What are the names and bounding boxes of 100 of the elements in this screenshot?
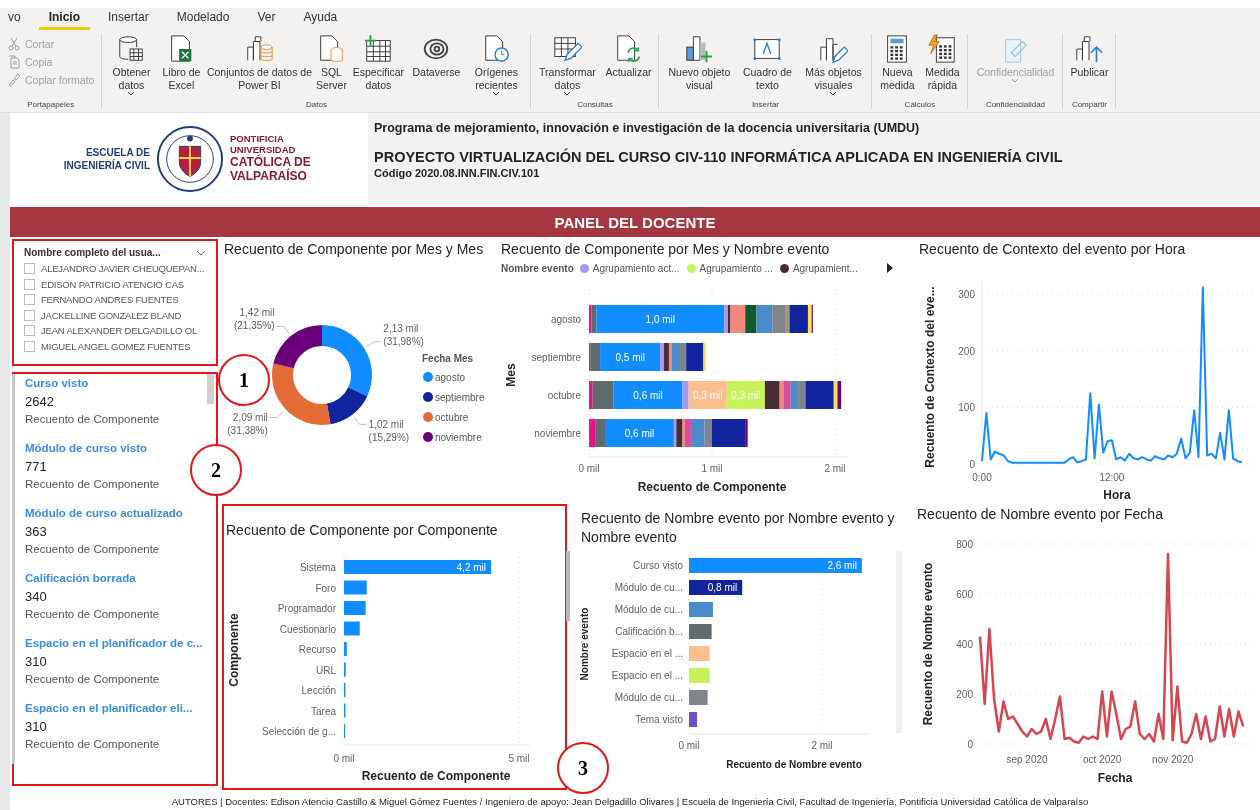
- axis-category-label: Cuestionario: [279, 623, 336, 635]
- axis-category-label: Módulo de cu...: [614, 692, 683, 703]
- card-title: Espacio en el planificador eli...: [25, 701, 194, 716]
- checkbox[interactable]: [24, 278, 35, 290]
- logo-text: CATÓLICA DE VALPARAÍSO: [230, 156, 312, 184]
- upload-icon: [1074, 34, 1105, 64]
- axis-category-label: Módulo de cu...: [614, 604, 683, 615]
- axis-tick-label: 300: [958, 289, 975, 300]
- axis-category-label: noviembre: [534, 428, 581, 439]
- axis-tick-label: nov 2020: [1152, 754, 1194, 765]
- ribbon-group-label: Insertar: [751, 100, 779, 109]
- axis-tick-label: 2 mil: [811, 740, 833, 751]
- ribbon-group-label: Compartir: [1071, 100, 1107, 109]
- slicer-item[interactable]: FERNANDO ANDRES FUENTES: [24, 292, 206, 308]
- slicer-item[interactable]: MIGUEL ANGEL GOMEZ FUENTES: [24, 338, 206, 354]
- axis-category-label: octubre: [547, 390, 581, 401]
- right-arrow-icon[interactable]: [886, 263, 893, 273]
- ribbon-button[interactable]: Cuadro de texto: [737, 34, 798, 95]
- checkbox[interactable]: [24, 309, 35, 321]
- slicer-item[interactable]: JEAN ALEXANDER DELGADILLO OL: [24, 323, 206, 339]
- data-label: 0,6 mil: [633, 390, 663, 401]
- ribbon-button[interactable]: Medida rápida: [920, 34, 965, 95]
- axis-title: Recuento de Nombre evento: [921, 562, 935, 726]
- axis-category-label: Sistema: [299, 562, 336, 573]
- panel-banner: PANEL DEL DOCENTE: [10, 207, 1260, 237]
- checkbox[interactable]: [24, 294, 35, 306]
- ribbon-group-label: Consultas: [577, 100, 613, 109]
- ribbon-button[interactable]: Obtener datos: [105, 34, 158, 99]
- leader-line: [276, 325, 290, 334]
- legend-title: Nombre evento: [501, 262, 574, 274]
- checkbox[interactable]: [24, 340, 35, 352]
- axis-category-label: Selección de g...: [262, 726, 336, 737]
- axis-category-label: septiembre: [531, 352, 581, 363]
- data-label: 2,13 mil (31,98%): [383, 321, 425, 348]
- ribbon-button[interactable]: Orígenes recientes: [465, 34, 528, 99]
- chart-title: Recuento de Contexto del evento por Hora: [918, 240, 1187, 259]
- card-value: 310: [25, 718, 48, 736]
- ribbon-button[interactable]: Nuevo objeto visual: [662, 34, 737, 95]
- axis-title: Recuento de Componente: [361, 769, 511, 783]
- bar: [689, 602, 713, 617]
- ribbon-button[interactable]: SQL Server: [314, 34, 349, 95]
- card-value: 363: [25, 523, 48, 541]
- scissors-icon: [7, 37, 21, 51]
- legend-label: Agrupamiento act...: [592, 262, 680, 274]
- card-title: Módulo de curso visto: [25, 441, 149, 456]
- ribbon-tab[interactable]: vo: [0, 8, 31, 30]
- leader-line: [366, 341, 382, 348]
- ribbon-button[interactable]: Dataverse: [408, 34, 465, 82]
- axis-tick-label: 100: [958, 402, 975, 414]
- ribbon-tab[interactable]: Insertar: [98, 8, 159, 30]
- axis-category-label: Foro: [315, 582, 336, 594]
- data-label: 0,3 mil: [731, 390, 761, 401]
- card-value: 310: [25, 653, 48, 671]
- axis-category-label: URL: [316, 664, 336, 676]
- logo-text: ESCUELA DE INGENIERÍA CIVIL: [62, 146, 150, 172]
- ribbon-button[interactable]: Nueva medida: [875, 34, 920, 95]
- ribbon-button[interactable]: Actualizar: [601, 34, 656, 82]
- bar: [689, 624, 712, 639]
- axis-tick-label: 2 mil: [824, 463, 846, 474]
- axis-tick-label: 200: [958, 345, 975, 357]
- bar-segment: [790, 381, 799, 409]
- slicer-item[interactable]: EDISON PATRICIO ATENCIO CAS: [24, 276, 206, 292]
- card-label: Recuento de Componente: [25, 542, 161, 557]
- slicer-title: Nombre completo del usua...: [24, 247, 161, 258]
- legend-label: agosto: [435, 372, 466, 383]
- bar: [689, 712, 697, 727]
- scrollbar[interactable]: [207, 374, 214, 404]
- ribbon-button[interactable]: Más objetos visuales: [798, 34, 869, 99]
- axis-tick-label: 12:00: [1099, 472, 1125, 483]
- axis-tick-label: 0 mil: [578, 463, 600, 474]
- legend-label: Agrupamiento ...: [699, 262, 773, 274]
- axis-title: Mes: [504, 363, 518, 387]
- ribbon-button[interactable]: Publicar: [1066, 34, 1113, 82]
- card-title: Módulo de curso actualizado: [25, 506, 184, 521]
- annotation-circle: 3: [557, 742, 609, 794]
- ribbon-button[interactable]: Transformar datos: [534, 34, 601, 99]
- checkbox[interactable]: [24, 325, 35, 337]
- checkbox[interactable]: [24, 263, 35, 275]
- bar-segment: [756, 305, 773, 333]
- logo-text: PONTIFICIA UNIVERSIDAD: [230, 134, 297, 156]
- ribbon-tab[interactable]: Ver: [247, 8, 286, 30]
- card-title: Curso visto: [25, 376, 90, 391]
- slicer-item[interactable]: ALEJANDRO JAVIER CHEUQUEPAN...: [24, 261, 206, 277]
- slicer-item[interactable]: JACKELLINE GONZALEZ BLAND: [24, 307, 206, 323]
- ribbon-button[interactable]: Conjuntos de datos de Power BI: [205, 34, 314, 95]
- ribbon-button[interactable]: Especificar datos: [349, 34, 408, 95]
- axis-category-label: Tarea: [311, 705, 336, 717]
- chevron-down-icon[interactable]: [196, 249, 206, 256]
- axis-tick-label: sep 2020: [1006, 754, 1048, 765]
- card-label: Recuento de Componente: [25, 412, 161, 427]
- ribbon-button[interactable]: Libro de Excel: [158, 34, 205, 95]
- brush-icon: [7, 73, 21, 87]
- legend-title: Fecha Mes: [422, 353, 474, 364]
- axis-title: Hora: [1103, 488, 1131, 501]
- axis-category-label: Módulo de cu...: [614, 582, 683, 593]
- axis-category-label: Recurso: [298, 644, 336, 655]
- dataset-icon: [244, 34, 275, 64]
- ribbon-tab[interactable]: Ayuda: [293, 8, 348, 30]
- ribbon-tab[interactable]: Modelado: [166, 8, 240, 30]
- scrollbar[interactable]: [566, 551, 570, 621]
